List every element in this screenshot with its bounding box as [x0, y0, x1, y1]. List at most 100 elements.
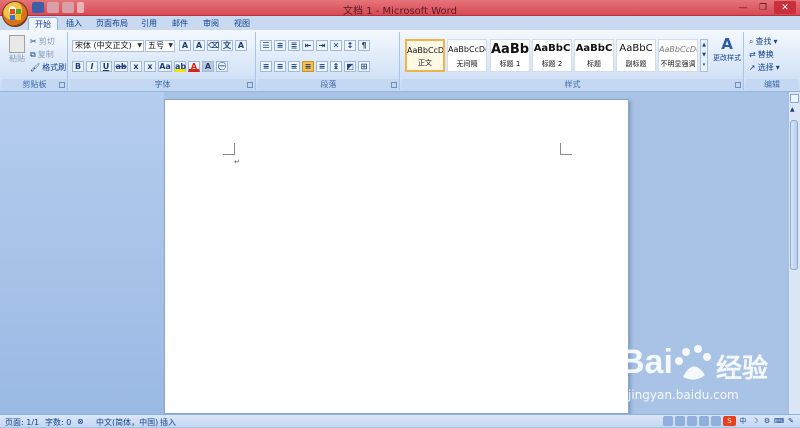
font-launcher[interactable] [247, 82, 253, 88]
style-normal[interactable]: AaBbCcDd正文 [405, 39, 445, 72]
line-spacing-icon[interactable]: ↨ [330, 61, 342, 72]
subscript-icon[interactable]: x [130, 61, 142, 72]
font-color-icon[interactable]: A [188, 61, 200, 72]
replace-button[interactable]: ⇄ 替换 [749, 49, 774, 60]
insert-mode[interactable]: 插入 [160, 417, 176, 428]
style-subtle-emphasis[interactable]: AaBbCcDd 不明显强调 [658, 39, 698, 72]
word-count[interactable]: 字数: 0 [45, 417, 71, 428]
view-full-screen-icon[interactable] [675, 416, 685, 426]
style-title[interactable]: AaBbC 标题 [574, 39, 614, 72]
grow-font-icon[interactable]: A [179, 40, 191, 51]
window-title: 文档 1 - Microsoft Word [343, 6, 457, 17]
multilevel-list-icon[interactable]: ≣ [288, 40, 300, 51]
clipboard-launcher[interactable] [59, 82, 65, 88]
increase-indent-icon[interactable]: ⇥ [316, 40, 328, 51]
paw-icon [675, 345, 711, 380]
font-size-dropdown[interactable]: 五号 ▼ [145, 40, 175, 52]
distributed-icon[interactable]: ≡ [316, 61, 328, 72]
style-heading-2[interactable]: AaBbC 标题 2 [532, 39, 572, 72]
style-subtitle[interactable]: AaBbC 副标题 [616, 39, 656, 72]
align-right-icon[interactable]: ≡ [288, 61, 300, 72]
sogou-ime-icon[interactable]: S [723, 416, 736, 426]
show-marks-icon[interactable]: ¶ [358, 40, 370, 51]
superscript-icon[interactable]: x [144, 61, 156, 72]
ime-settings-icon[interactable]: ⚙ [762, 416, 772, 426]
copy-button[interactable]: ⧉ 复制 [30, 49, 54, 60]
bullets-icon[interactable]: ☰ [260, 40, 272, 51]
find-button[interactable]: ⌕ 查找 ▾ [749, 36, 778, 47]
format-painter-button[interactable]: 🖌 格式刷 [30, 62, 66, 73]
align-left-icon[interactable]: ≡ [260, 61, 272, 72]
language-indicator[interactable]: 中文(简体，中国) [96, 417, 158, 428]
change-case-icon[interactable]: Aa [158, 61, 172, 72]
punctuation-icon[interactable]: ☽ [750, 416, 760, 426]
sort-icon[interactable]: ↕ [344, 40, 356, 51]
cut-button[interactable]: ✂ 剪切 [30, 36, 55, 47]
styles-group: AaBbCcDd正文 AaBbCcDd无间隔 AaBb标题 1 AaBbC标题 … [402, 32, 744, 90]
italic-icon[interactable]: I [86, 61, 98, 72]
scroll-thumb[interactable] [790, 120, 798, 270]
paragraph-launcher[interactable] [391, 82, 397, 88]
strikethrough-icon[interactable]: ab [114, 61, 128, 72]
page-count[interactable]: 页面: 1/1 [5, 417, 39, 428]
keyboard-icon[interactable]: ⌨ [774, 416, 784, 426]
change-styles-button[interactable]: A 更改样式 [710, 35, 744, 73]
tools-icon[interactable]: ✎ [786, 416, 796, 426]
restore-button[interactable]: ❐ [754, 1, 772, 14]
tab-mailings[interactable]: 邮件 [166, 17, 194, 30]
scissors-icon: ✂ [30, 37, 37, 46]
chevron-down-icon: ▼ [137, 42, 142, 49]
chinese-layout-icon[interactable]: ✕ [330, 40, 342, 51]
decrease-indent-icon[interactable]: ⇤ [302, 40, 314, 51]
clear-format-icon[interactable]: ⌫ [207, 40, 219, 51]
ime-mode-icon[interactable]: 中 [738, 416, 748, 426]
underline-icon[interactable]: U [100, 61, 112, 72]
paste-button[interactable]: 粘贴 [6, 35, 28, 71]
binoculars-icon: ⌕ [749, 36, 754, 46]
ruler-toggle-icon[interactable] [790, 94, 799, 103]
styles-scroll[interactable]: ▲ ▼ ▾ [700, 39, 708, 72]
scroll-up-arrow[interactable]: ▲ [790, 106, 795, 113]
style-no-spacing[interactable]: AaBbCcDd 无间隔 [447, 39, 487, 72]
tab-insert[interactable]: 插入 [60, 17, 88, 30]
justify-icon[interactable]: ≡ [302, 61, 314, 72]
view-web-icon[interactable] [687, 416, 697, 426]
font-label: 字体 [70, 79, 255, 90]
editing-group: ⌕ 查找 ▾ ⇄ 替换 ➚ 选择 ▾ 编辑 [746, 32, 798, 90]
numbering-icon[interactable]: ≡ [274, 40, 286, 51]
character-border-icon[interactable]: A [235, 40, 247, 51]
tab-page-layout[interactable]: 页面布局 [90, 17, 134, 30]
view-draft-icon[interactable] [711, 416, 721, 426]
borders-icon[interactable]: ⊞ [358, 61, 370, 72]
view-print-layout-icon[interactable] [663, 416, 673, 426]
paragraph-label: 段落 [258, 79, 399, 90]
view-outline-icon[interactable] [699, 416, 709, 426]
minimize-button[interactable]: — [734, 1, 752, 14]
office-button[interactable] [2, 1, 28, 27]
styles-launcher[interactable] [735, 82, 741, 88]
highlight-icon[interactable]: ab [174, 61, 186, 72]
bold-icon[interactable]: B [72, 61, 84, 72]
margin-corner-top-right [560, 143, 572, 155]
tab-view[interactable]: 视图 [228, 17, 256, 30]
document-page[interactable]: ↵ [164, 99, 629, 414]
font-name-dropdown[interactable]: 宋体 (中文正文) ▼ [72, 40, 144, 52]
style-heading-1[interactable]: AaBb 标题 1 [490, 39, 530, 72]
character-shading-icon[interactable]: A [202, 61, 214, 72]
paragraph-group: ☰ ≡ ≣ ⇤ ⇥ ✕ ↕ ¶ ≡ ≡ ≡ ≡ ≡ ↨ ◩ ⊞ 段落 [258, 32, 400, 90]
proofing-icon[interactable]: ⊗ [77, 417, 84, 426]
tab-home[interactable]: 开始 [28, 17, 58, 30]
clipboard-label: 剪贴板 [2, 79, 67, 90]
brush-icon: 🖌 [30, 63, 41, 72]
align-center-icon[interactable]: ≡ [274, 61, 286, 72]
enclose-character-icon[interactable]: ㊀ [216, 61, 228, 72]
tab-review[interactable]: 审阅 [197, 17, 225, 30]
baidu-watermark: Bai 经验 jingyan.baidu.com [620, 343, 769, 402]
shading-icon[interactable]: ◩ [344, 61, 356, 72]
paste-icon [9, 35, 25, 53]
select-button[interactable]: ➚ 选择 ▾ [749, 62, 780, 73]
tab-references[interactable]: 引用 [135, 17, 163, 30]
phonetic-guide-icon[interactable]: 文 [221, 40, 233, 51]
close-button[interactable]: ✕ [774, 1, 796, 14]
shrink-font-icon[interactable]: A [193, 40, 205, 51]
